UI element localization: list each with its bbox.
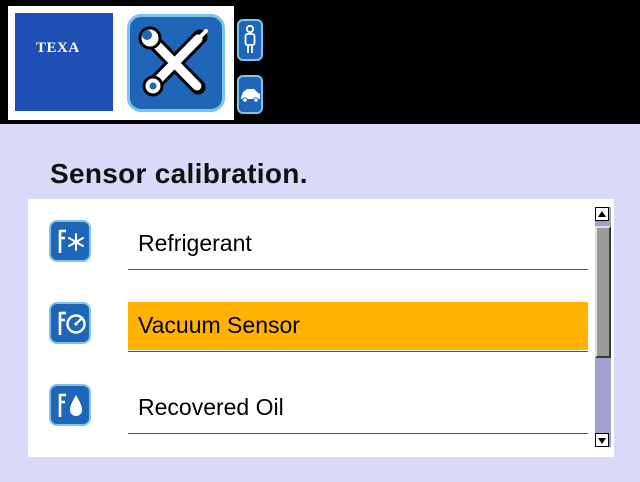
divider [128,351,588,352]
item-label: Refrigerant [138,230,252,256]
texa-logo: TEXA [15,13,113,111]
scrollbar[interactable] [595,207,611,447]
item-label: Vacuum Sensor [138,312,300,338]
car-icon [241,89,260,103]
texa-logo-text: TEXA [36,40,80,56]
item-label: Recovered Oil [138,394,284,420]
arrow-up-icon [598,211,606,217]
wrench-screwdriver-icon [138,26,208,97]
scroll-up-button[interactable] [595,207,609,221]
list-item-vacuum-sensor[interactable]: Vacuum Sensor [28,281,593,363]
arrow-down-icon [598,438,606,444]
vehicle-button[interactable] [237,75,263,114]
tools-button[interactable] [127,14,225,112]
divider [128,269,588,270]
gauge-vacuum-icon [49,302,91,344]
divider [128,433,588,434]
list-item-refrigerant[interactable]: Refrigerant [28,199,593,281]
scroll-down-button[interactable] [595,433,609,447]
item-label-box: Refrigerant [128,220,588,268]
gauge-snowflake-icon [49,220,91,262]
scroll-thumb[interactable] [595,226,611,358]
item-label-box: Recovered Oil [128,384,588,432]
gauge-oil-drop-icon [49,384,91,426]
person-icon [244,24,256,53]
person-button[interactable] [237,19,263,61]
page-title: Sensor calibration. [50,158,308,189]
top-header: TEXA [0,0,640,124]
calibration-list: Refrigerant Vacuum Sensor Recovered Oil [28,199,614,457]
list-item-recovered-oil[interactable]: Recovered Oil [28,363,593,445]
item-label-box-selected: Vacuum Sensor [128,302,588,350]
